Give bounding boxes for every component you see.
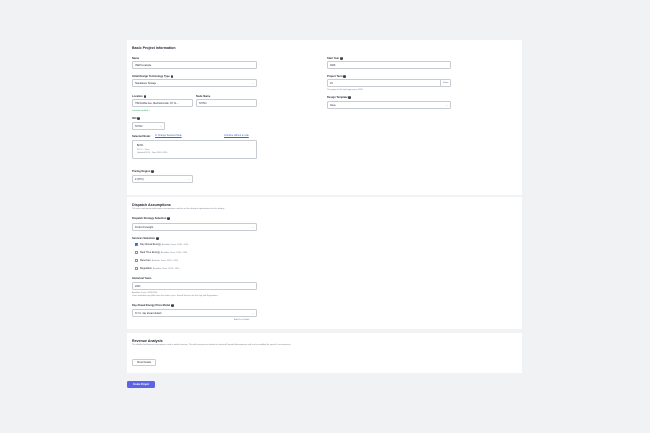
service-label-real-time: Real Time EnergyAvailable Years: 2018 - …	[140, 251, 188, 255]
help-icon[interactable]: ?	[348, 96, 352, 99]
node-box-line2: Updated 2025 · Data 2018–2024	[137, 151, 168, 154]
node-box-line1: N.Y.C. - Zone	[137, 148, 150, 151]
service-label-regulation: RegulationAvailable Years: 2018 - 2024	[140, 267, 180, 271]
basic-info-title: Basic Project Information	[132, 46, 176, 50]
selected-nodes-label: Selected Node:	[132, 135, 151, 138]
tech-label: Initial Design Technology Type?	[132, 75, 174, 79]
name-input[interactable]: VEEH example	[132, 61, 257, 69]
change-node-link[interactable]: N. Change Selected Node	[155, 135, 182, 137]
help-icon[interactable]: ?	[137, 117, 141, 120]
strategy-select[interactable]: Perfect Foresight ⌄	[132, 223, 257, 231]
service-checkbox-real-time[interactable]	[135, 251, 138, 254]
help-icon[interactable]: ?	[339, 57, 343, 60]
help-icon[interactable]: ?	[155, 237, 159, 240]
services-label: Services Selection?	[132, 237, 159, 241]
start-year-input[interactable]: 2026	[327, 61, 451, 69]
chevron-down-icon: ⌄	[251, 226, 254, 229]
revenue-title: Revenue Analysis	[132, 339, 163, 343]
help-icon[interactable]: ?	[167, 217, 170, 220]
dispatch-desc: The price and market participation assum…	[132, 208, 225, 210]
chevron-down-icon: ⌄	[251, 312, 254, 315]
project-term-hint: The project's life that begins year 2026	[327, 88, 363, 91]
pricing-label: Pricing Region?	[132, 170, 154, 174]
dispatch-title: Dispatch Assumptions	[132, 203, 171, 207]
location-verified-hint: Location verified ✓	[132, 109, 151, 112]
iso-label: ISO?	[132, 117, 141, 121]
tech-select[interactable]: Standalone Storage ⌄	[132, 79, 257, 87]
help-icon[interactable]: ?	[343, 75, 347, 78]
help-icon[interactable]: ?	[170, 304, 174, 307]
historical-years-note: Years available may differ from the node…	[132, 295, 218, 297]
help-icon[interactable]: ?	[151, 170, 154, 173]
revenue-desc: The detailed settlement assumptions used…	[132, 344, 292, 346]
design-template-label: Design Template?	[327, 96, 352, 100]
continue-without-node-link[interactable]: Continue without a node	[224, 135, 249, 137]
name-label: Name	[132, 57, 140, 60]
price-model-select[interactable]: N.Y.C. day ahead default ⌄	[132, 309, 257, 317]
help-icon[interactable]: ?	[170, 75, 174, 78]
historical-years-input[interactable]: 2023	[132, 282, 257, 290]
service-label-reserves: ReservesAvailable Years: 2018 - 2024	[140, 259, 178, 263]
chevron-down-icon: ⌄	[159, 125, 162, 128]
service-checkbox-reserves[interactable]	[135, 259, 138, 262]
service-checkbox-day-ahead[interactable]	[135, 243, 138, 247]
selected-node-box[interactable]: N.Y.C. N.Y.C. - Zone Updated 2025 · Data…	[132, 140, 257, 159]
location-label: Location?	[132, 95, 147, 99]
node-name-input[interactable]: NYISO	[196, 99, 257, 107]
service-checkbox-regulation[interactable]	[135, 267, 138, 270]
strategy-label: Dispatch Strategy Selection?	[132, 217, 170, 221]
node-name-label: Node Name	[196, 95, 211, 98]
start-year-label: Start Year?	[327, 57, 343, 61]
create-project-button[interactable]: Create Project	[127, 381, 155, 388]
node-box-title: N.Y.C.	[137, 145, 144, 147]
project-term-input[interactable]: 15 Years	[327, 79, 451, 87]
chevron-down-icon: ⌄	[251, 82, 254, 85]
service-label-day-ahead: Day Ahead EnergyAvailable Years: 2018 - …	[140, 243, 189, 247]
project-term-label: Project Term?	[327, 75, 347, 79]
price-model-label: Day Ahead Energy Price Model?	[132, 304, 174, 308]
location-input[interactable]: 799 Rubble Ave, Mechanicsville, NY 11...	[132, 99, 193, 107]
chevron-down-icon: ⌄	[187, 178, 190, 181]
revenue-card: Revenue Analysis The detailed settlement…	[127, 333, 522, 373]
basic-info-card: Basic Project Information Name VEEH exam…	[127, 40, 522, 195]
pricing-select[interactable]: Z (NYC) ⌄	[132, 175, 193, 183]
chevron-down-icon: ⌄	[445, 104, 448, 107]
design-template-select[interactable]: None ⌄	[327, 101, 451, 109]
historical-years-hint: Available Years: 2018-2024	[132, 291, 158, 294]
historical-years-label: Historical Years	[132, 277, 152, 280]
term-suffix: Years	[440, 80, 450, 86]
show-details-button[interactable]: Show Details	[132, 359, 156, 366]
iso-select[interactable]: NYISO ⌄	[132, 122, 165, 130]
help-icon[interactable]: ?	[143, 95, 147, 98]
add-price-model-link[interactable]: Add Price Model	[234, 319, 249, 321]
dispatch-card: Dispatch Assumptions The price and marke…	[127, 197, 522, 329]
